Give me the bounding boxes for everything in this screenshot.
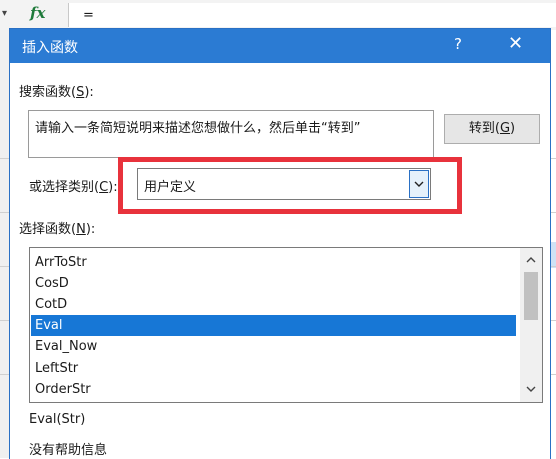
scrollbar-thumb[interactable] xyxy=(524,272,538,320)
function-list[interactable]: ArrToStr CosD CotD Eval Eval_Now LeftStr… xyxy=(29,247,543,403)
function-help-text: 没有帮助信息 xyxy=(29,443,108,458)
search-function-input[interactable]: 请输入一条简短说明来描述您想做什么，然后单击“转到” xyxy=(28,110,434,158)
function-signature: Eval(Str) xyxy=(29,412,86,427)
chevron-up-icon[interactable] xyxy=(526,256,536,263)
close-button[interactable]: ✕ xyxy=(508,33,523,54)
goto-button[interactable]: 转到(G) xyxy=(444,114,540,144)
search-function-value: 请输入一条简短说明来描述您想做什么，然后单击“转到” xyxy=(35,121,361,136)
category-value: 用户定义 xyxy=(144,180,197,195)
list-item-eval-now[interactable]: Eval_Now xyxy=(31,336,516,357)
chevron-down-icon[interactable]: ▾ xyxy=(2,8,7,19)
formula-value: = xyxy=(83,8,94,23)
category-label: 或选择类别(C): xyxy=(29,180,118,195)
chevron-down-icon[interactable] xyxy=(526,386,536,393)
list-item-cosd[interactable]: CosD xyxy=(31,273,516,294)
list-item-eval[interactable]: Eval xyxy=(31,315,516,336)
help-button[interactable]: ? xyxy=(454,35,462,53)
dialog-title: 插入函数 xyxy=(22,40,78,56)
insert-function-icon[interactable]: fx xyxy=(30,4,45,22)
category-select[interactable]: 用户定义 xyxy=(137,168,431,200)
list-item-leftstr[interactable]: LeftStr xyxy=(31,358,516,379)
formula-input[interactable]: = xyxy=(68,3,556,27)
excel-formula-bar: ▾ fx = xyxy=(0,0,556,31)
select-function-label: 选择函数(N): xyxy=(19,222,96,237)
function-list-scrollbar[interactable] xyxy=(520,248,542,402)
insert-function-dialog: 插入函数 ? ✕ 搜索函数(S): 请输入一条简短说明来描述您想做什么，然后单击… xyxy=(9,28,551,459)
list-item-orderstr[interactable]: OrderStr xyxy=(31,379,516,400)
dialog-titlebar: 插入函数 ? ✕ xyxy=(10,29,550,63)
search-function-label: 搜索函数(S): xyxy=(19,85,94,100)
category-dropdown-button[interactable] xyxy=(409,170,429,198)
chevron-down-icon xyxy=(414,181,424,187)
list-item-arrtostr[interactable]: ArrToStr xyxy=(31,252,516,273)
sheet-row-headers xyxy=(0,30,9,458)
list-item-cotd[interactable]: CotD xyxy=(31,294,516,315)
